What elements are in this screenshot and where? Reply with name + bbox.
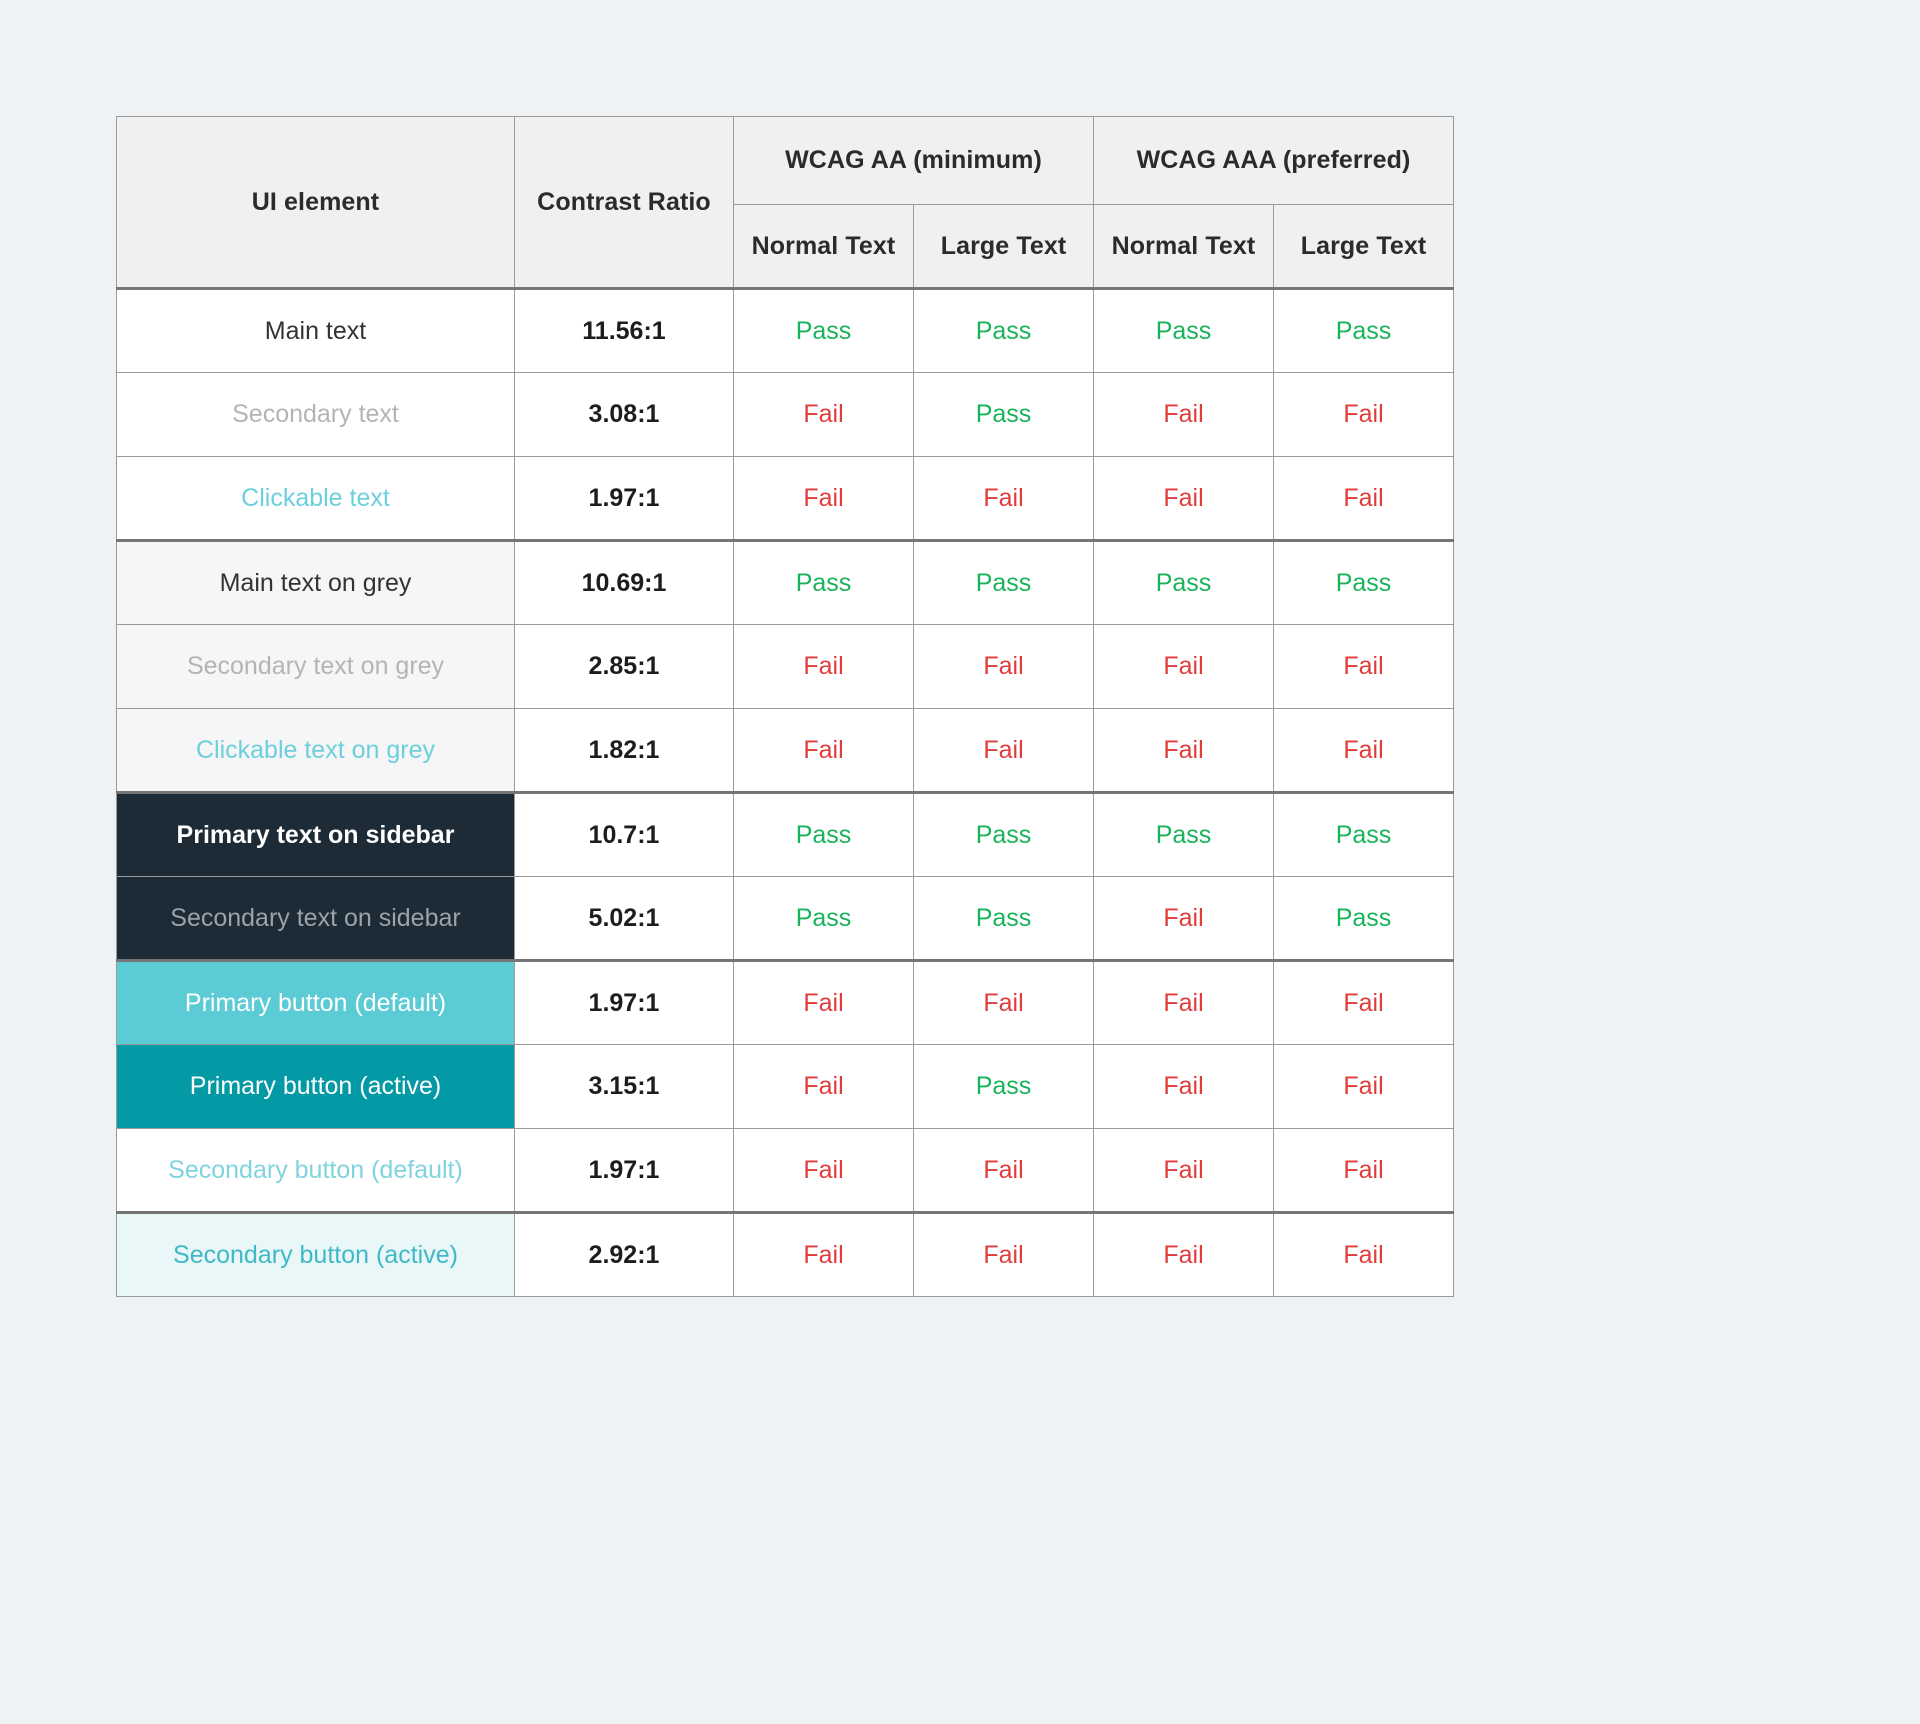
cell-aaa-large-verdict: Pass [1273,876,1454,961]
cell-aa-large-verdict: Pass [913,287,1094,373]
cell-aa-normal-verdict: Fail [733,624,914,709]
table-row: Secondary button (default) 1.97:1 Fail Fail… [116,1128,1454,1213]
cell-aa-large-verdict: Pass [913,876,1094,961]
table-header: UI element Contrast Ratio WCAG AA (minim… [116,116,1454,290]
cell-ui-element-sample: Secondary text on sidebar [116,876,515,961]
cell-ui-element-sample: Secondary button (default) [116,1128,515,1213]
cell-aa-large-verdict: Pass [913,539,1094,625]
cell-contrast-ratio: 1.97:1 [514,456,734,541]
cell-ui-element-sample: Secondary text [116,372,515,457]
table-row: Secondary text on grey 2.85:1 Fail Fail Fail… [116,624,1454,709]
cell-contrast-ratio: 10.7:1 [514,791,734,877]
column-header-aa-normal-text: Normal Text [733,204,914,290]
cell-contrast-ratio: 1.97:1 [514,959,734,1045]
cell-aaa-normal-verdict: Fail [1093,1044,1274,1129]
cell-contrast-ratio: 3.15:1 [514,1044,734,1129]
cell-aa-normal-verdict: Pass [733,791,914,877]
cell-aaa-normal-verdict: Fail [1093,876,1274,961]
table-row: Clickable text 1.97:1 Fail Fail Fail Fail [116,456,1454,541]
cell-ui-element-sample: Primary text on sidebar [116,791,515,877]
cell-aa-large-verdict: Pass [913,791,1094,877]
cell-aaa-large-verdict: Fail [1273,708,1454,793]
cell-aa-large-verdict: Pass [913,1044,1094,1129]
cell-ui-element-sample: Secondary text on grey [116,624,515,709]
cell-aaa-large-verdict: Pass [1273,791,1454,877]
cell-aaa-large-verdict: Fail [1273,959,1454,1045]
cell-aaa-normal-verdict: Fail [1093,959,1274,1045]
table-row: Primary button (active) 3.15:1 Fail Pass Fai… [116,1044,1454,1129]
page-root: UI element Contrast Ratio WCAG AA (minim… [0,0,1920,1724]
table-row: Secondary text 3.08:1 Fail Pass Fail Fail [116,372,1454,457]
column-header-aaa-large-text: Large Text [1273,204,1454,290]
cell-contrast-ratio: 10.69:1 [514,539,734,625]
cell-aa-normal-verdict: Fail [733,372,914,457]
cell-aa-large-verdict: Pass [913,372,1094,457]
table-row: Main text on grey 10.69:1 Pass Pass Pass Pass [116,539,1454,625]
cell-aaa-normal-verdict: Fail [1093,708,1274,793]
cell-aaa-large-verdict: Fail [1273,1044,1454,1129]
cell-ui-element-sample: Primary button (active) [116,1044,515,1129]
cell-ui-element-sample: Clickable text on grey [116,708,515,793]
column-group-header-wcag-aa: WCAG AA (minimum) [733,116,1094,205]
cell-aaa-large-verdict: Pass [1273,539,1454,625]
cell-contrast-ratio: 3.08:1 [514,372,734,457]
cell-contrast-ratio: 1.82:1 [514,708,734,793]
cell-aa-large-verdict: Fail [913,708,1094,793]
cell-aaa-large-verdict: Fail [1273,624,1454,709]
cell-aa-normal-verdict: Fail [733,959,914,1045]
wcag-contrast-ratio-table: UI element Contrast Ratio WCAG AA (minim… [116,116,1454,1297]
cell-aa-normal-verdict: Fail [733,1211,914,1297]
cell-aaa-normal-verdict: Fail [1093,372,1274,457]
cell-aa-normal-verdict: Fail [733,1044,914,1129]
cell-aa-large-verdict: Fail [913,456,1094,541]
cell-contrast-ratio: 2.92:1 [514,1211,734,1297]
column-group-header-wcag-aaa: WCAG AAA (preferred) [1093,116,1454,205]
table-body: Main text 11.56:1 Pass Pass Pass Pass Secondar… [116,287,1454,1297]
cell-aaa-large-verdict: Fail [1273,456,1454,541]
column-header-aaa-normal-text: Normal Text [1093,204,1274,290]
cell-aaa-normal-verdict: Pass [1093,287,1274,373]
cell-aaa-large-verdict: Fail [1273,1128,1454,1213]
cell-ui-element-sample: Main text [116,287,515,373]
cell-contrast-ratio: 2.85:1 [514,624,734,709]
cell-aaa-normal-verdict: Pass [1093,791,1274,877]
cell-aa-large-verdict: Fail [913,1211,1094,1297]
table-row: Clickable text on grey 1.82:1 Fail Fail Fail… [116,708,1454,793]
cell-contrast-ratio: 11.56:1 [514,287,734,373]
cell-aa-large-verdict: Fail [913,1128,1094,1213]
column-header-contrast-ratio: Contrast Ratio [514,116,734,290]
column-header-aa-large-text: Large Text [913,204,1094,290]
cell-aa-normal-verdict: Fail [733,456,914,541]
cell-aa-normal-verdict: Fail [733,1128,914,1213]
cell-aa-normal-verdict: Pass [733,876,914,961]
cell-contrast-ratio: 1.97:1 [514,1128,734,1213]
cell-contrast-ratio: 5.02:1 [514,876,734,961]
table-row: Secondary text on sidebar 5.02:1 Pass Pass F… [116,876,1454,961]
table-row: Main text 11.56:1 Pass Pass Pass Pass [116,287,1454,373]
cell-ui-element-sample: Secondary button (active) [116,1211,515,1297]
cell-aa-normal-verdict: Fail [733,708,914,793]
cell-aa-normal-verdict: Pass [733,287,914,373]
cell-ui-element-sample: Main text on grey [116,539,515,625]
cell-ui-element-sample: Clickable text [116,456,515,541]
cell-aaa-normal-verdict: Fail [1093,624,1274,709]
cell-aaa-normal-verdict: Fail [1093,1211,1274,1297]
table-row: Primary button (default) 1.97:1 Fail Fail Fa… [116,959,1454,1045]
cell-aaa-large-verdict: Pass [1273,287,1454,373]
table-row: Secondary button (active) 2.92:1 Fail Fail F… [116,1211,1454,1297]
cell-aaa-large-verdict: Fail [1273,372,1454,457]
cell-aa-large-verdict: Fail [913,959,1094,1045]
cell-aaa-large-verdict: Fail [1273,1211,1454,1297]
cell-aaa-normal-verdict: Pass [1093,539,1274,625]
cell-aaa-normal-verdict: Fail [1093,1128,1274,1213]
cell-aa-normal-verdict: Pass [733,539,914,625]
cell-aaa-normal-verdict: Fail [1093,456,1274,541]
header-row-groups: UI element Contrast Ratio WCAG AA (minim… [116,116,1454,290]
cell-aa-large-verdict: Fail [913,624,1094,709]
column-header-ui-element: UI element [116,116,515,290]
cell-ui-element-sample: Primary button (default) [116,959,515,1045]
table-row: Primary text on sidebar 10.7:1 Pass Pass Pas… [116,791,1454,877]
